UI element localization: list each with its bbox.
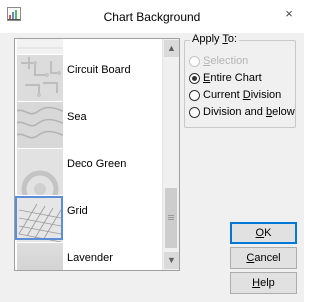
deco-green-thumbnail bbox=[17, 149, 63, 195]
chevron-up-icon: ▲ bbox=[167, 43, 176, 53]
close-button[interactable]: × bbox=[274, 0, 304, 28]
grip-line bbox=[168, 217, 174, 218]
radio-label: Entire Chart bbox=[203, 72, 262, 84]
list-item[interactable]: Deco Green bbox=[15, 149, 162, 195]
list-item[interactable]: Lavender bbox=[15, 243, 162, 270]
list-item[interactable] bbox=[15, 39, 162, 54]
background-list-items: Circuit Board Sea Deco Green Grid Lavend… bbox=[15, 39, 162, 270]
apply-to-legend: Apply To: bbox=[190, 33, 240, 45]
legend-text: o: bbox=[227, 33, 238, 45]
scroll-down-button[interactable]: ▼ bbox=[164, 252, 179, 269]
radio-checked-dot bbox=[192, 76, 197, 81]
radio-label: Selection bbox=[203, 55, 249, 67]
ok-button[interactable]: OK bbox=[230, 222, 297, 244]
sea-thumbnail bbox=[17, 102, 63, 148]
list-item[interactable]: Sea bbox=[15, 102, 162, 148]
scroll-up-button[interactable]: ▲ bbox=[164, 40, 179, 57]
radio-button bbox=[189, 73, 200, 84]
grip-line bbox=[168, 215, 174, 216]
title-bar: Chart Background × bbox=[0, 0, 304, 33]
white-tile-thumbnail bbox=[17, 39, 63, 54]
scroll-thumb[interactable] bbox=[165, 188, 177, 248]
close-icon: × bbox=[285, 6, 293, 21]
radio-button bbox=[189, 107, 200, 118]
radio-label: Current Division bbox=[203, 89, 282, 101]
radio-button bbox=[189, 56, 200, 67]
circuit-board-thumbnail bbox=[17, 55, 63, 101]
grip-line bbox=[168, 219, 174, 220]
list-item-selected[interactable]: Grid bbox=[15, 196, 162, 242]
list-item-label: Grid bbox=[67, 205, 88, 217]
dialog-title: Chart Background bbox=[103, 10, 201, 24]
list-item[interactable]: Circuit Board bbox=[15, 55, 162, 101]
background-list[interactable]: Circuit Board Sea Deco Green Grid Lavend… bbox=[14, 38, 180, 271]
help-button[interactable]: Help bbox=[230, 272, 297, 294]
list-scrollbar[interactable]: ▲ ▼ bbox=[162, 39, 179, 270]
list-item-label: Circuit Board bbox=[67, 64, 131, 76]
selection-highlight bbox=[15, 196, 63, 240]
list-item-label: Deco Green bbox=[67, 158, 127, 170]
list-item-label: Lavender bbox=[67, 252, 113, 264]
radio-label: Division and below bbox=[203, 106, 295, 118]
chart-background-dialog: Chart Background × Circuit Board Sea Dec… bbox=[0, 0, 304, 302]
chevron-down-icon: ▼ bbox=[167, 255, 176, 265]
list-item-label: Sea bbox=[67, 111, 87, 123]
legend-text: Apply bbox=[192, 33, 223, 45]
lavender-thumbnail bbox=[17, 243, 63, 270]
radio-button bbox=[189, 90, 200, 101]
cancel-button[interactable]: Cancel bbox=[230, 247, 297, 269]
